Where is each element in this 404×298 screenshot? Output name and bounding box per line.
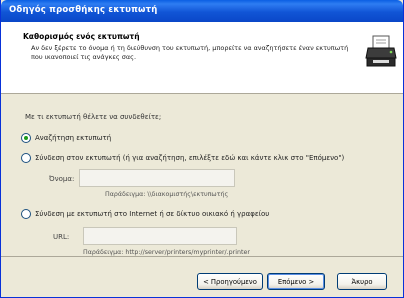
option-browse-printer[interactable]: Αναζήτηση εκτυπωτή xyxy=(21,133,111,143)
printer-name-input[interactable] xyxy=(79,169,235,187)
option-connect-printer[interactable]: Σύνδεση στον εκτυπωτή (ή για αναζήτηση, … xyxy=(21,153,344,163)
printer-question: Με τι εκτυπωτή θέλετε να συνδεθείτε; xyxy=(25,113,162,121)
name-label: Όνομα: xyxy=(49,175,75,183)
radio-connect-printer[interactable] xyxy=(21,153,31,163)
url-label: URL: xyxy=(53,233,70,241)
wizard-content: Με τι εκτυπωτή θέλετε να συνδεθείτε; Ανα… xyxy=(1,95,403,256)
add-printer-wizard-window: Οδηγός προσθήκης εκτυπωτή Καθορισμός ενό… xyxy=(0,0,404,298)
url-hint: Παράδειγμα: http://server/printers/mypri… xyxy=(83,249,250,256)
option-internet-printer[interactable]: Σύνδεση με εκτυπωτή στο Internet ή σε δί… xyxy=(21,209,269,219)
cancel-button[interactable]: Άκυρο xyxy=(337,273,387,290)
header-description: Αν δεν ξέρετε το όνομα ή τη διεύθυνση το… xyxy=(31,44,349,61)
title-bar[interactable]: Οδηγός προσθήκης εκτυπωτή xyxy=(1,0,403,22)
option-browse-label: Αναζήτηση εκτυπωτή xyxy=(35,134,112,142)
wizard-header: Καθορισμός ενός εκτυπωτή Αν δεν ξέρετε τ… xyxy=(1,22,403,94)
radio-browse-printer[interactable] xyxy=(21,133,31,143)
printer-icon xyxy=(365,35,397,67)
name-hint: Παράδειγμα: \\διακομιστής\εκτυπωτής xyxy=(105,191,229,198)
printer-url-input[interactable] xyxy=(83,227,237,245)
back-button[interactable]: < Προηγούμενο xyxy=(197,273,263,290)
next-button[interactable]: Επόμενο > xyxy=(267,273,325,290)
radio-internet-printer[interactable] xyxy=(21,209,31,219)
option-internet-label: Σύνδεση με εκτυπωτή στο Internet ή σε δί… xyxy=(35,210,270,218)
window-title: Οδηγός προσθήκης εκτυπωτή xyxy=(9,5,158,15)
wizard-footer: < Προηγούμενο Επόμενο > Άκυρο xyxy=(1,256,403,298)
header-title: Καθορισμός ενός εκτυπωτή xyxy=(23,32,140,41)
option-connect-label: Σύνδεση στον εκτυπωτή (ή για αναζήτηση, … xyxy=(35,154,345,162)
